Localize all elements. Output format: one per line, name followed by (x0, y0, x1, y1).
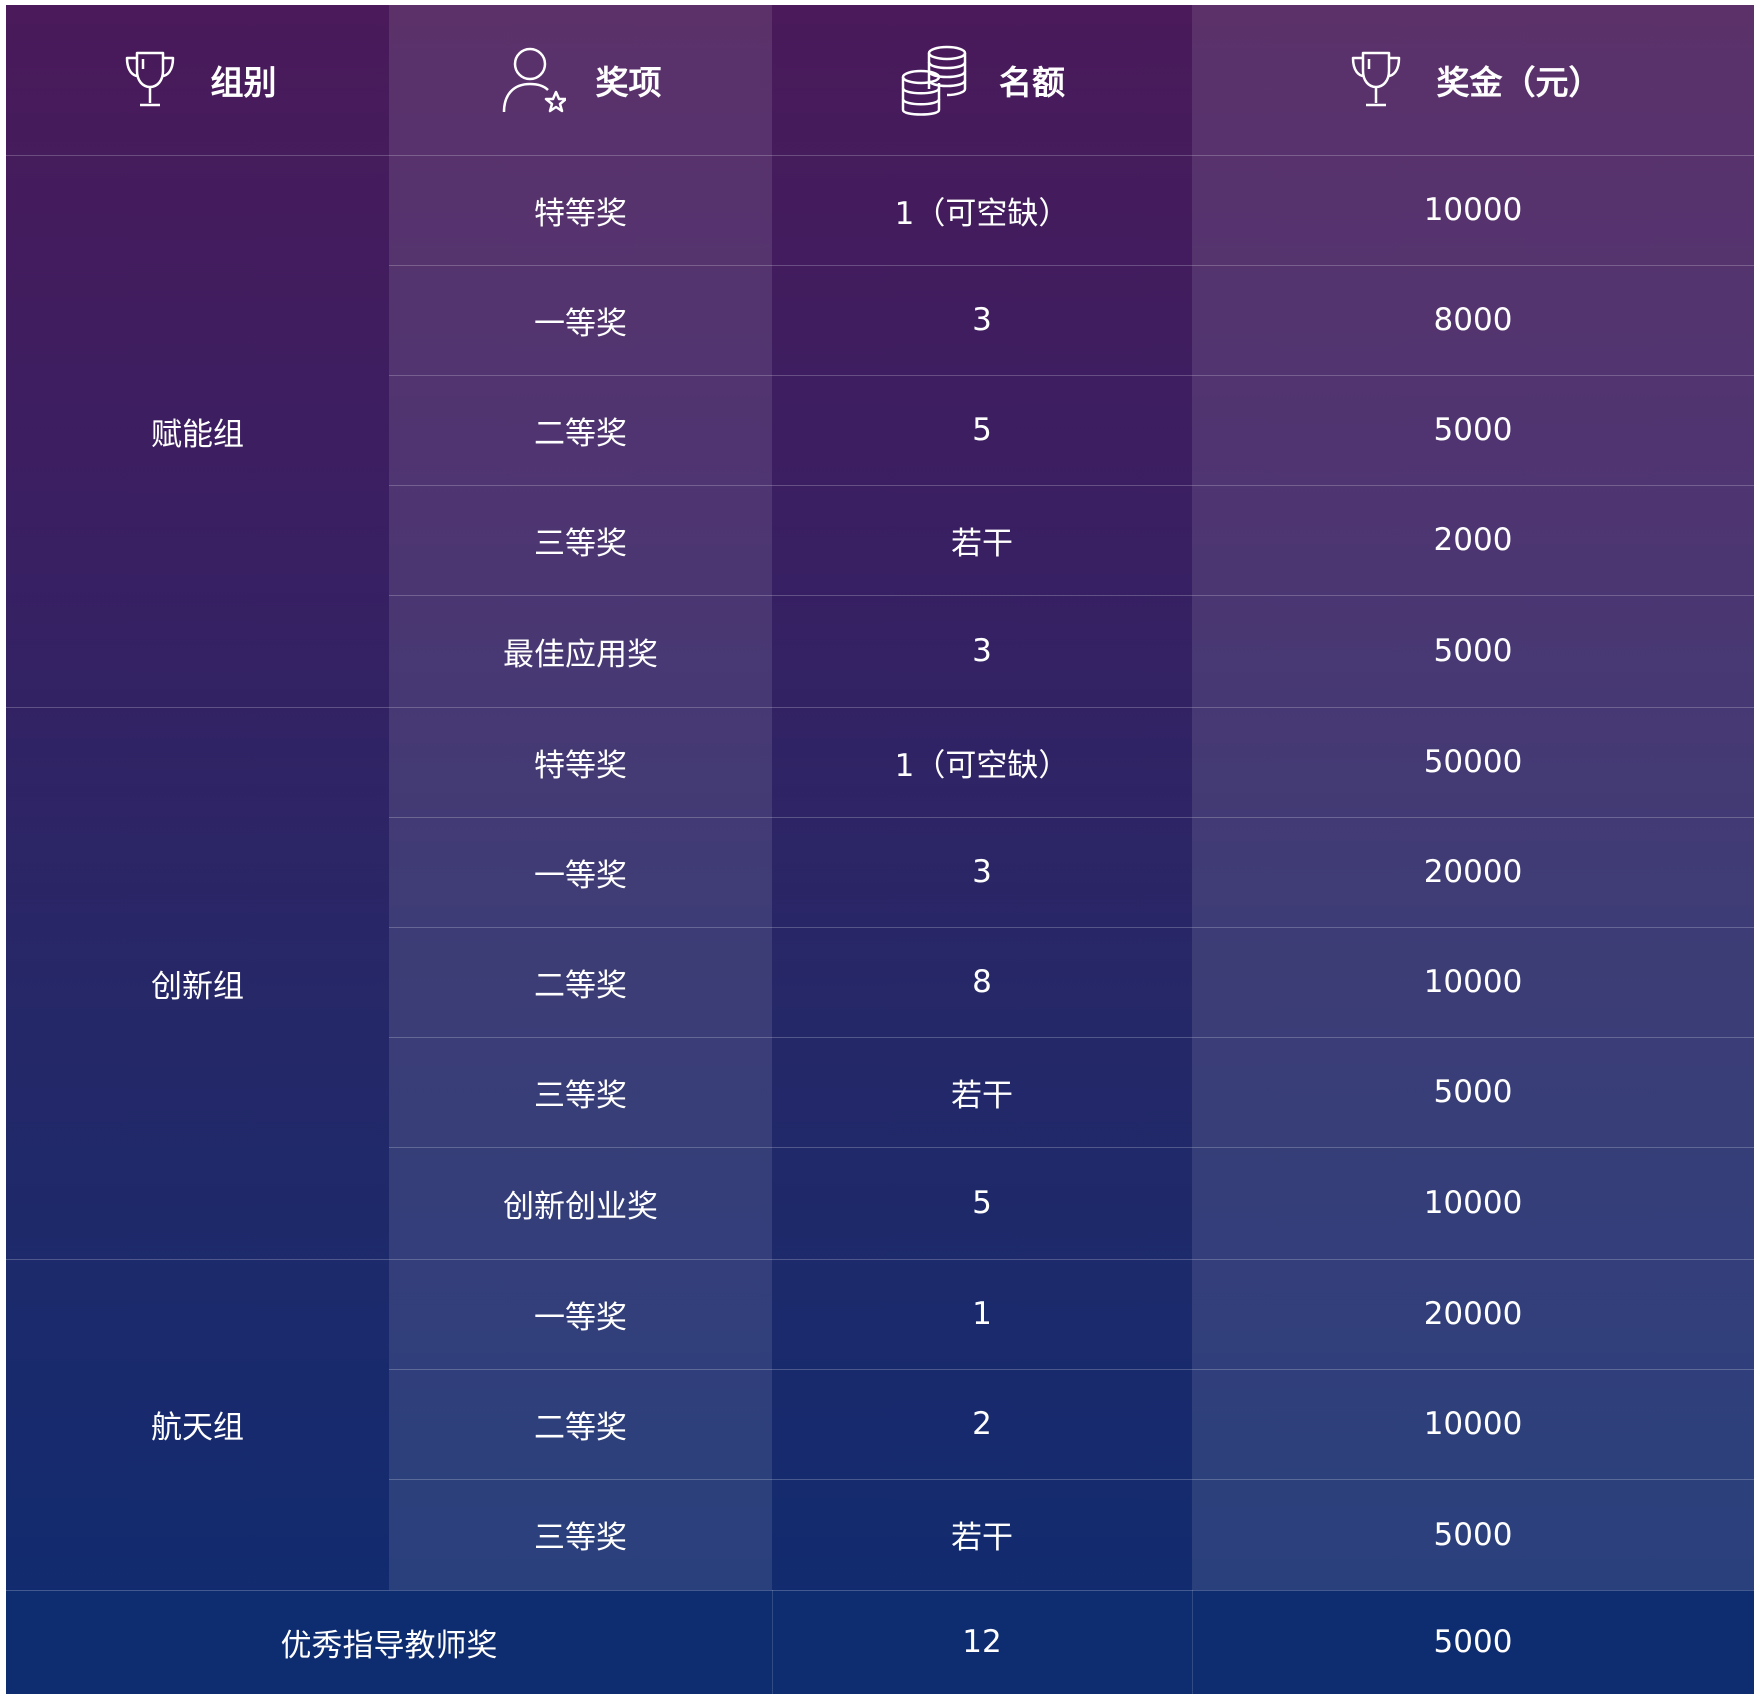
award-cell: 三等奖 (534, 1077, 627, 1114)
grid-line (6, 1259, 1754, 1260)
trophy-icon (1351, 51, 1400, 107)
grid-line (389, 927, 1754, 928)
quota-cell: 若干 (951, 1077, 1013, 1114)
header-award: 奖项 (389, 5, 772, 155)
header-prize: 奖金（元） (1192, 5, 1754, 155)
footer-award-cell: 优秀指导教师奖 (6, 1590, 772, 1694)
award-cell: 二等奖 (534, 1409, 627, 1446)
award-table: 组别 奖项 名额 奖金（元） 赋能组 创新组 航天组 特等奖 1（可空缺） 10… (6, 5, 1754, 1694)
award-cell: 特等奖 (534, 195, 627, 232)
grid-line (389, 817, 1754, 818)
quota-cell: 5 (972, 1185, 992, 1221)
prize-cell: 20000 (1423, 854, 1523, 890)
grid-line (6, 707, 1754, 708)
award-cell: 二等奖 (534, 967, 627, 1004)
prize-cell: 10000 (1423, 192, 1523, 228)
award-cell: 三等奖 (534, 1520, 627, 1556)
prize-cell: 5000 (1433, 633, 1513, 669)
prize-cell: 20000 (1423, 1296, 1523, 1332)
prize-cell: 8000 (1433, 302, 1513, 338)
grid-line (389, 1147, 1754, 1148)
header-quota: 名额 (772, 5, 1192, 155)
prize-cell: 10000 (1423, 964, 1523, 1000)
header-group: 组别 (6, 5, 389, 155)
quota-cell: 1（可空缺） (894, 747, 1070, 784)
grid-line (6, 1590, 1754, 1591)
grid-line (389, 595, 1754, 596)
grid-line (389, 1369, 1754, 1370)
quota-cell: 8 (972, 964, 992, 1000)
grid-line (772, 1590, 773, 1694)
quota-cell: 若干 (951, 1520, 1013, 1556)
prize-cell: 10000 (1423, 1185, 1523, 1221)
grid-line (1192, 1590, 1193, 1694)
grid-line (389, 375, 1754, 376)
prize-cell: 5000 (1433, 1074, 1513, 1110)
quota-cell: 若干 (951, 525, 1013, 562)
grid-line (389, 1037, 1754, 1038)
quota-cell: 3 (972, 854, 992, 890)
quota-cell: 1（可空缺） (894, 195, 1070, 232)
footer-quota-cell: 12 (772, 1590, 1192, 1694)
award-cell: 一等奖 (534, 1299, 627, 1336)
grid-line (389, 1479, 1754, 1480)
group-cell: 赋能组 (151, 416, 244, 453)
award-cell: 特等奖 (534, 747, 627, 784)
grid-line (389, 265, 1754, 266)
award-cell: 二等奖 (534, 415, 627, 452)
header-group-label: 组别 (210, 63, 277, 102)
grid-line (389, 485, 1754, 486)
footer-prize-cell: 5000 (1192, 1590, 1754, 1694)
group-cell: 航天组 (151, 1410, 244, 1446)
quota-cell: 2 (972, 1406, 992, 1442)
trophy-icon (125, 51, 174, 107)
quota-cell: 5 (972, 412, 992, 448)
group-cell: 创新组 (151, 968, 244, 1005)
grid-line (6, 155, 1754, 156)
coins-icon (901, 45, 967, 116)
header-award-label: 奖项 (595, 63, 662, 102)
prize-cell: 2000 (1433, 522, 1513, 558)
prize-cell: 5000 (1433, 412, 1513, 448)
prize-cell: 5000 (1433, 1516, 1513, 1553)
quota-cell: 3 (972, 633, 992, 669)
award-cell: 一等奖 (534, 857, 627, 894)
header-quota-label: 名额 (999, 63, 1065, 102)
award-cell: 最佳应用奖 (503, 636, 658, 673)
quota-cell: 1 (972, 1296, 992, 1332)
quota-cell: 3 (972, 302, 992, 338)
user-star-icon (502, 47, 566, 113)
award-cell: 三等奖 (534, 525, 627, 562)
award-cell: 创新创业奖 (503, 1188, 658, 1225)
prize-cell: 10000 (1423, 1406, 1523, 1442)
award-cell: 一等奖 (534, 305, 627, 342)
prize-cell: 50000 (1423, 744, 1523, 780)
header-prize-label: 奖金（元） (1436, 63, 1602, 102)
